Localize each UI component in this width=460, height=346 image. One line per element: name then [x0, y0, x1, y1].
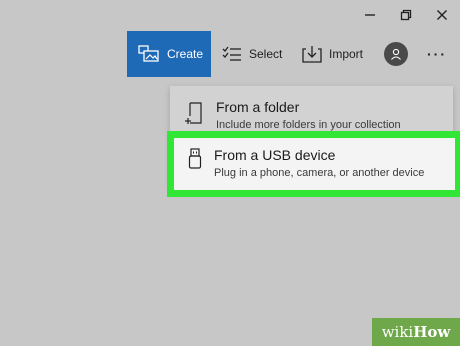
watermark-part1: wiki [381, 323, 414, 341]
account-avatar[interactable] [384, 42, 408, 66]
watermark-part2: How [413, 323, 451, 341]
usb-icon [188, 148, 202, 169]
create-icon [138, 45, 159, 62]
more-options-button[interactable]: ··· [425, 43, 449, 65]
minimize-icon [365, 14, 375, 16]
close-icon [437, 10, 447, 20]
menu-item-subtitle: Include more folders in your collection [216, 119, 401, 131]
minimize-button[interactable] [352, 0, 388, 30]
menu-item-from-usb-device[interactable]: From a USB device Plug in a phone, camer… [167, 131, 460, 197]
create-button-label: Create [167, 47, 204, 61]
restore-button[interactable] [388, 0, 424, 30]
menu-item-from-folder[interactable]: From a folder Include more folders in yo… [170, 92, 453, 136]
menu-item-title: From a folder [216, 99, 300, 115]
wikihow-watermark: wiki How [372, 318, 460, 346]
select-button[interactable]: Select [222, 31, 282, 77]
window-controls [352, 0, 460, 30]
toolbar: Create Select Import ··· [0, 31, 460, 77]
folder-add-icon [185, 102, 202, 124]
select-icon [222, 46, 241, 61]
menu-item-subtitle: Plug in a phone, camera, or another devi… [214, 167, 425, 179]
import-button[interactable]: Import [302, 31, 363, 77]
close-button[interactable] [424, 0, 460, 30]
restore-icon [400, 9, 412, 21]
select-button-label: Select [249, 47, 283, 61]
create-button[interactable]: Create [127, 31, 211, 77]
menu-item-title: From a USB device [214, 147, 336, 163]
import-icon [302, 46, 322, 63]
import-button-label: Import [329, 47, 364, 61]
user-icon [391, 48, 401, 60]
